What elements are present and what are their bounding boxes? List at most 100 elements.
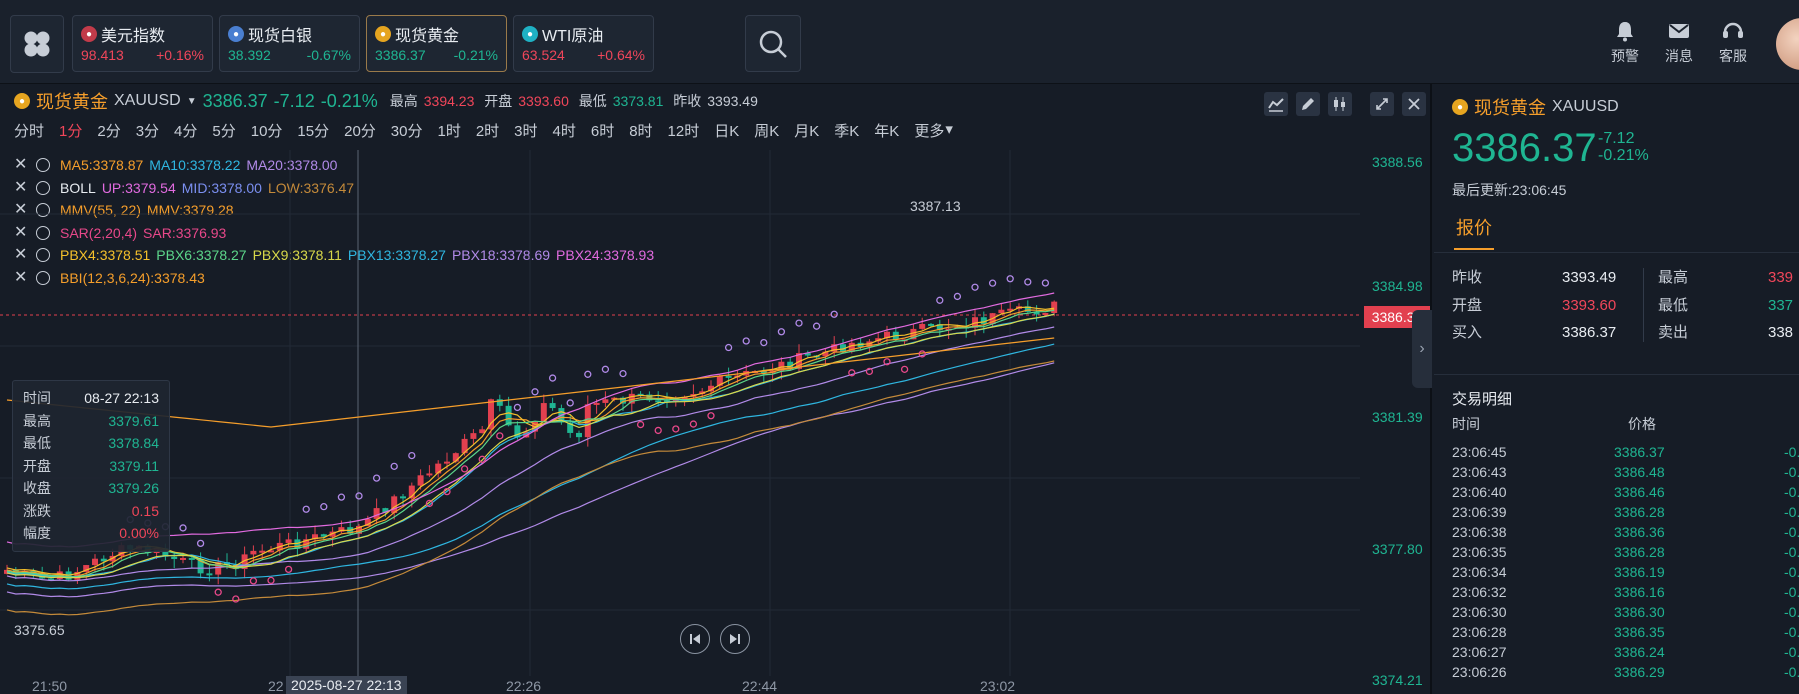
ticker-change: -0.67% [306,47,351,63]
message-button[interactable]: 消息 [1653,20,1705,66]
period-tab[interactable]: 4分 [174,120,197,141]
apps-menu-button[interactable] [10,15,64,73]
period-tab[interactable]: 3时 [514,120,537,141]
indicator-button[interactable] [1264,92,1288,116]
sar-dot [232,595,240,603]
period-tab[interactable]: 年K [874,120,899,141]
chart-type-button[interactable] [1328,92,1352,116]
period-tab[interactable]: 4时 [553,120,576,141]
time-axis-label: 22 [268,678,284,694]
ticker-card[interactable]: ● 现货黄金 3386.37 -0.21% [366,15,507,72]
candle-body [998,309,1005,314]
ticker-card[interactable]: ● 美元指数 98.413 +0.16% [72,15,213,72]
period-tab[interactable]: 3分 [136,120,159,141]
trade-change: -0. [1784,644,1799,660]
time-axis-label: 22:44 [742,678,778,694]
ticker-card[interactable]: ● 现货白银 38.392 -0.67% [219,15,360,72]
trades-list[interactable]: 23:06:45 3386.37 -0. 23:06:43 3386.48 -0. 23:0… [1452,442,1799,682]
trade-change: -0. [1784,444,1799,460]
period-tab[interactable]: 分时 [14,120,44,141]
tooltip-value: 3378.84 [108,435,159,452]
symbol-name[interactable]: 现货黄金 [36,88,108,114]
fullscreen-button[interactable] [1370,92,1394,116]
chart-window-tools [1370,92,1426,116]
tooltip-label: 涨跌 [23,502,51,519]
gold-coin-icon: ● [14,93,30,109]
quote-price: 3386.37 [1452,126,1597,170]
quote-symbol-code: XAUUSD [1552,98,1619,115]
period-tab[interactable]: 2时 [476,120,499,141]
symbol-code[interactable]: XAUUSD [114,92,181,110]
sar-dot [601,365,610,373]
period-tab[interactable]: 1时 [437,120,460,141]
trade-change: -0. [1784,564,1799,580]
scroll-left-button[interactable] [680,624,710,654]
candle-body [576,432,582,438]
trades-title: 交易明细 [1452,391,1513,408]
trade-price: 3386.46 [1614,484,1665,500]
more-dropdown-icon[interactable]: ▾ [945,120,953,141]
panel-toggle-button[interactable]: › [1412,310,1432,388]
period-tab[interactable]: 30分 [391,120,423,141]
period-tab[interactable]: 15分 [297,120,329,141]
ohlc-summary: 最高 3394.23 开盘 3393.60 最低 3373.81 昨收 3393.49 [390,91,764,111]
sar-dot [689,420,698,428]
sar-dot [724,343,733,352]
period-tab[interactable]: 周K [754,120,779,141]
candle-body [259,550,266,553]
candlestick-chart[interactable] [0,150,1360,676]
candle-body [250,550,257,555]
trade-time: 23:06:27 [1452,644,1507,660]
mail-icon [1669,24,1689,38]
candle-body [470,433,477,439]
quote-change-value: -7.12 [1598,130,1635,147]
search-button[interactable] [745,15,801,72]
tooltip-row: 幅度 0.00% [23,522,159,545]
alert-button[interactable]: 预警 [1599,20,1651,66]
service-button[interactable]: 客服 [1707,20,1759,66]
price-axis-label: 3388.56 [1372,154,1423,170]
tab-quote[interactable]: 报价 [1456,214,1492,240]
divider [1434,374,1799,375]
period-tab[interactable]: 6时 [591,120,614,141]
sar-dot [566,399,574,407]
sar-dot [1041,279,1050,287]
close-chart-button[interactable] [1402,92,1426,116]
draw-button[interactable] [1296,92,1320,116]
gold-coin-icon: ● [375,26,391,42]
trade-time: 23:06:34 [1452,564,1507,580]
ticker-change: +0.16% [156,47,204,63]
period-tab[interactable]: 日K [714,120,739,141]
period-tab[interactable]: 月K [794,120,819,141]
trade-row: 23:06:40 3386.46 -0. [1452,482,1799,502]
period-tab[interactable]: 5分 [212,120,235,141]
trade-change: -0. [1784,464,1799,480]
symbol-dropdown-icon[interactable]: ▼ [187,96,197,107]
trade-time: 23:06:40 [1452,484,1507,500]
sar-dot [513,403,522,412]
sar-dot [460,465,469,473]
period-tab[interactable]: 1分 [59,120,82,141]
period-tab[interactable]: 8时 [629,120,652,141]
ticker-name: ● 美元指数 [81,22,165,46]
quote-value: 3393.49 [1562,269,1617,286]
tooltip-value: 0.00% [119,525,159,542]
quote-table-right: 最高 339 最低 337 卖出 338 [1658,264,1793,347]
ticker-card[interactable]: ● WTI原油 63.524 +0.64% [513,15,654,72]
quote-value: 339 [1768,269,1794,286]
avatar[interactable] [1776,18,1799,70]
gold-coin-icon: ● [1452,99,1468,115]
trade-row: 23:06:43 3386.48 -0. [1452,462,1799,482]
period-tab[interactable]: 10分 [251,120,283,141]
period-tab[interactable]: 12时 [668,120,700,141]
sar-dot [267,576,275,585]
period-tab[interactable]: 季K [834,120,859,141]
period-tab[interactable]: 2分 [97,120,120,141]
period-tab[interactable]: 20分 [344,120,376,141]
trade-change: -0. [1784,524,1799,540]
chart-min-label: 3375.65 [14,622,65,638]
tooltip-row: 时间 08-27 22:13 [23,387,159,410]
scroll-right-button[interactable] [720,624,750,654]
tab-underline [1454,248,1494,250]
period-tab[interactable]: 更多 [914,120,944,141]
